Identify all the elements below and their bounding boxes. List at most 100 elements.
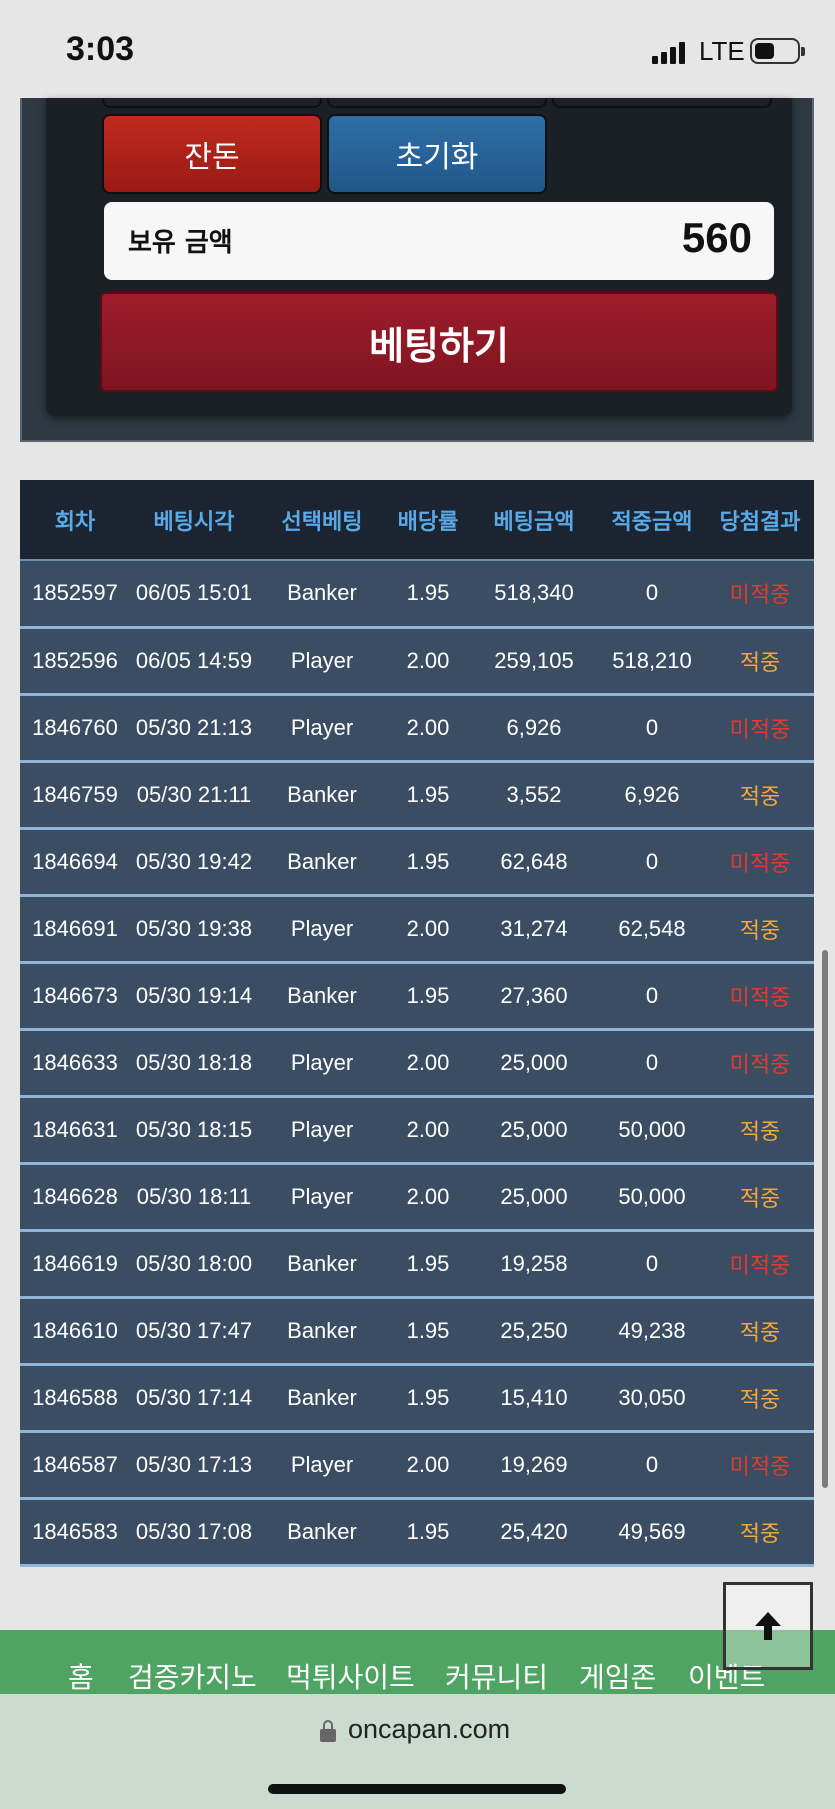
cell-result: 적중: [739, 783, 781, 809]
cell-result: 적중: [739, 649, 781, 675]
cell-result: 적중: [739, 1319, 781, 1345]
cell-round: 1846694: [32, 848, 118, 874]
cell-odds: 2.00: [406, 1049, 450, 1075]
bottom-nav: 홈 검증카지노 먹튀사이트 커뮤니티 게임존 이벤트: [0, 1630, 835, 1694]
cell-win-amount: 50,000: [618, 1183, 686, 1209]
column-header-win-amount: 적중금액: [611, 509, 693, 535]
table-row: 1846587 05/30 17:13 Player 2.00 19,269 0 미적중: [20, 1431, 814, 1498]
cell-round: 1846583: [32, 1518, 118, 1544]
cell-bet-amount: 25,000: [500, 1183, 568, 1209]
cell-bet-amount: 27,360: [500, 982, 568, 1008]
cell-round: 1846633: [32, 1049, 118, 1075]
cell-win-amount: 30,050: [618, 1384, 686, 1410]
cell-result: 미적중: [729, 850, 791, 876]
cell-result: 미적중: [729, 582, 791, 608]
cell-odds: 2.00: [406, 714, 450, 740]
cell-round: 1846610: [32, 1317, 118, 1343]
cell-bet-time: 06/05 14:59: [135, 647, 253, 673]
cell-bet-time: 05/30 18:15: [135, 1116, 253, 1142]
cell-bet-time: 05/30 19:14: [135, 982, 253, 1008]
chip-button-partial[interactable]: [552, 98, 772, 108]
cell-bet-time: 06/05 15:01: [135, 580, 253, 606]
cell-round: 1846587: [32, 1451, 118, 1477]
balance-label: 보유 금액: [128, 228, 233, 258]
nav-item-community[interactable]: 커뮤니티: [445, 1656, 548, 1694]
cell-win-amount: 49,569: [618, 1518, 686, 1544]
lock-icon: [320, 1720, 336, 1742]
url-text[interactable]: oncapan.com: [348, 1714, 510, 1745]
cell-selection: Player: [290, 1451, 354, 1477]
home-indicator: [268, 1784, 566, 1794]
cell-selection: Banker: [287, 982, 357, 1008]
cell-bet-amount: 25,000: [500, 1116, 568, 1142]
cell-odds: 2.00: [406, 915, 450, 941]
status-time: 3:03: [66, 30, 135, 68]
nav-item-verified-casino[interactable]: 검증카지노: [128, 1656, 257, 1694]
table-row: 1846633 05/30 18:18 Player 2.00 25,000 0 미적중: [20, 1029, 814, 1096]
cell-bet-amount: 259,105: [494, 647, 574, 673]
cell-odds: 2.00: [406, 1116, 450, 1142]
cell-odds: 1.95: [406, 1384, 450, 1410]
change-button[interactable]: 잔돈: [102, 114, 322, 194]
browser-url-bar[interactable]: oncapan.com: [0, 1694, 835, 1809]
table-row: 1846691 05/30 19:38 Player 2.00 31,274 62,548…: [20, 895, 814, 962]
table-row: 1846760 05/30 21:13 Player 2.00 6,926 0 미적중: [20, 694, 814, 761]
cell-bet-amount: 31,274: [500, 915, 568, 941]
cell-result: 미적중: [729, 1051, 791, 1077]
cell-odds: 1.95: [406, 1518, 450, 1544]
chip-button-partial[interactable]: [327, 98, 547, 108]
cell-bet-amount: 62,648: [500, 848, 568, 874]
cell-round: 1846631: [32, 1116, 118, 1142]
cell-selection: Banker: [287, 1317, 357, 1343]
table-row: 1852596 06/05 14:59 Player 2.00 259,105 518,2…: [20, 627, 814, 694]
cell-bet-amount: 25,420: [500, 1518, 568, 1544]
cell-odds: 1.95: [406, 580, 450, 606]
cell-result: 미적중: [729, 716, 791, 742]
table-row: 1846583 05/30 17:08 Banker 1.95 25,420 49,569…: [20, 1498, 814, 1565]
cell-bet-time: 05/30 19:42: [135, 848, 253, 874]
cell-bet-time: 05/30 18:18: [135, 1049, 253, 1075]
cell-bet-amount: 3,552: [506, 781, 562, 807]
cell-round: 1852597: [32, 580, 118, 606]
cell-round: 1846759: [32, 781, 118, 807]
cell-win-amount: 50,000: [618, 1116, 686, 1142]
cell-selection: Player: [290, 1049, 354, 1075]
cell-win-amount: 0: [645, 1049, 659, 1075]
column-header-selection: 선택베팅: [281, 509, 363, 535]
cell-win-amount: 0: [645, 848, 659, 874]
reset-button[interactable]: 초기화: [327, 114, 547, 194]
cell-win-amount: 0: [645, 580, 659, 606]
cell-win-amount: 0: [645, 1451, 659, 1477]
scrollbar-thumb[interactable]: [822, 950, 828, 1488]
nav-item-home[interactable]: 홈: [68, 1656, 94, 1694]
cell-win-amount: 0: [645, 982, 659, 1008]
chip-button-partial[interactable]: [102, 98, 322, 108]
table-row: 1846628 05/30 18:11 Player 2.00 25,000 50,000…: [20, 1163, 814, 1230]
cell-bet-time: 05/30 21:11: [136, 781, 252, 807]
cell-win-amount: 0: [645, 714, 659, 740]
balance-box: 보유 금액 560: [104, 202, 774, 280]
column-header-odds: 배당률: [397, 509, 459, 535]
place-bet-button[interactable]: 베팅하기: [100, 292, 778, 392]
scroll-to-top-button[interactable]: [723, 1582, 813, 1670]
cell-odds: 2.00: [406, 647, 450, 673]
cell-win-amount: 62,548: [618, 915, 686, 941]
cell-bet-amount: 6,926: [506, 714, 562, 740]
cell-win-amount: 6,926: [624, 781, 680, 807]
cell-bet-time: 05/30 17:13: [135, 1451, 253, 1477]
bet-panel-inner: 잔돈 초기화 보유 금액 560 베팅하기: [46, 98, 792, 416]
bet-history-table: 회차 베팅시각 선택베팅 배당률 베팅금액 적중금액 당첨결과 1852597 0…: [20, 480, 814, 1567]
nav-item-scam-sites[interactable]: 먹튀사이트: [286, 1656, 415, 1694]
arrow-up-icon: [755, 1612, 781, 1640]
cell-odds: 1.95: [406, 982, 450, 1008]
column-header-bet-time: 베팅시각: [153, 509, 235, 535]
cell-selection: Player: [290, 1116, 354, 1142]
cell-selection: Player: [290, 647, 354, 673]
battery-icon: [750, 38, 805, 64]
cell-selection: Player: [290, 915, 354, 941]
cell-selection: Banker: [287, 1250, 357, 1276]
cell-selection: Banker: [287, 1518, 357, 1544]
cell-selection: Banker: [287, 848, 357, 874]
nav-item-game-zone[interactable]: 게임존: [579, 1656, 656, 1694]
bet-panel: 잔돈 초기화 보유 금액 560 베팅하기: [20, 98, 814, 442]
